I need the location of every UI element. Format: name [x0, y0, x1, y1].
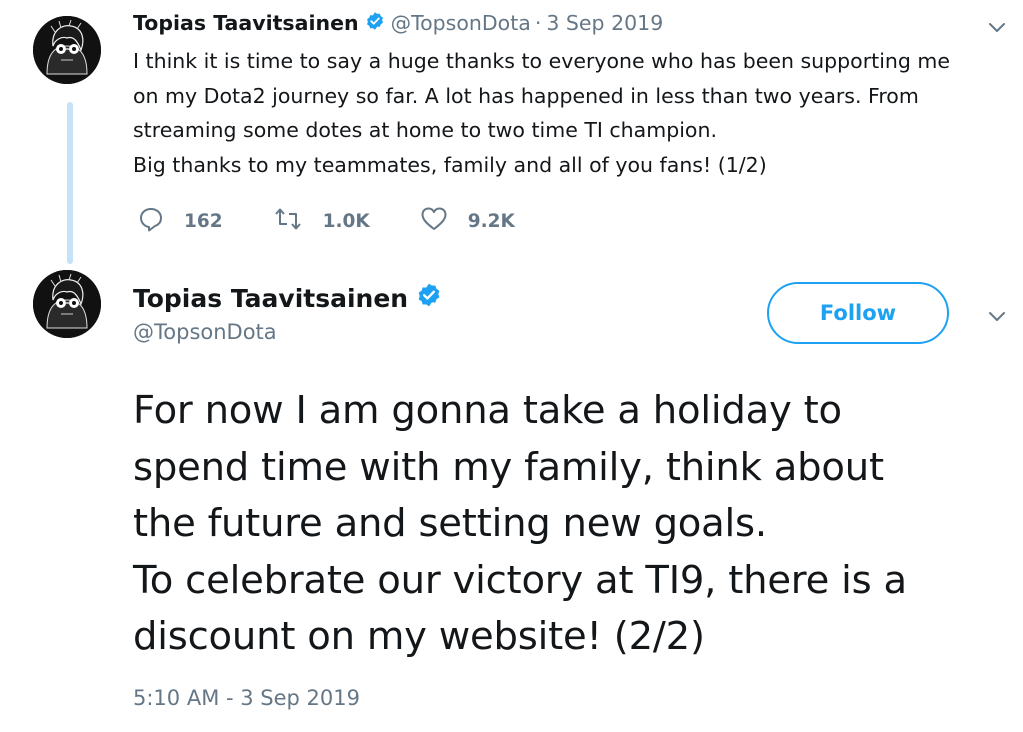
- tweet-text-line: streaming some dotes at home to two time…: [133, 118, 717, 142]
- like-count: 9.2K: [467, 210, 515, 232]
- retweet-button[interactable]: 1.0K: [273, 206, 370, 236]
- heart-icon: [420, 206, 448, 236]
- tweet-text-line: Big thanks to my teammates, family and a…: [133, 152, 767, 177]
- author-handle[interactable]: @TopsonDota: [133, 320, 277, 344]
- avatar[interactable]: [33, 270, 101, 338]
- tweet-text-line: To celebrate our victory at TI9, there i…: [133, 557, 907, 603]
- tweet-text: For now I am gonna take a holiday to spe…: [133, 383, 1013, 666]
- tweet-text: I think it is time to say a huge thanks …: [133, 44, 1003, 182]
- author-name[interactable]: Topias Taavitsainen: [133, 11, 359, 35]
- tweet-text-line: spend time with my family, think about: [133, 444, 884, 490]
- avatar[interactable]: [33, 16, 101, 84]
- tweet-text-line: discount on my website! (2/2): [133, 614, 705, 659]
- like-button[interactable]: 9.2K: [420, 206, 515, 236]
- retweet-icon: [273, 206, 303, 236]
- thread-connector-line: [67, 102, 73, 264]
- verified-badge-icon: [416, 282, 442, 314]
- tweet-date[interactable]: 3 Sep 2019: [546, 11, 663, 35]
- reply-count: 162: [184, 210, 223, 232]
- tweet-text-line: the future and setting new goals.: [133, 501, 767, 546]
- follow-button[interactable]: Follow: [767, 282, 949, 344]
- author-handle[interactable]: @TopsonDota: [391, 11, 531, 35]
- tweet-text-line: on my Dota2 journey so far. A lot has ha…: [133, 83, 919, 108]
- verified-badge-icon: [365, 11, 385, 36]
- author-name[interactable]: Topias Taavitsainen: [133, 284, 408, 313]
- tweet-timestamp[interactable]: 5:10 AM - 3 Sep 2019: [133, 686, 360, 710]
- tweet-text-line: I think it is time to say a huge thanks …: [133, 49, 950, 73]
- tweet-text-line: For now I am gonna take a holiday to: [133, 388, 842, 433]
- retweet-count: 1.0K: [322, 210, 370, 232]
- reply-button[interactable]: 162: [138, 206, 223, 236]
- chevron-down-icon[interactable]: [986, 305, 1008, 327]
- tweet-actions: 162 1.0K 9.2K: [138, 203, 565, 239]
- separator-dot: ·: [534, 11, 542, 35]
- author-name-row: Topias Taavitsainen: [133, 280, 448, 316]
- reply-icon: [138, 206, 164, 236]
- chevron-down-icon[interactable]: [986, 16, 1008, 38]
- tweet-header: Topias Taavitsainen @TopsonDota · 3 Sep …: [133, 8, 663, 38]
